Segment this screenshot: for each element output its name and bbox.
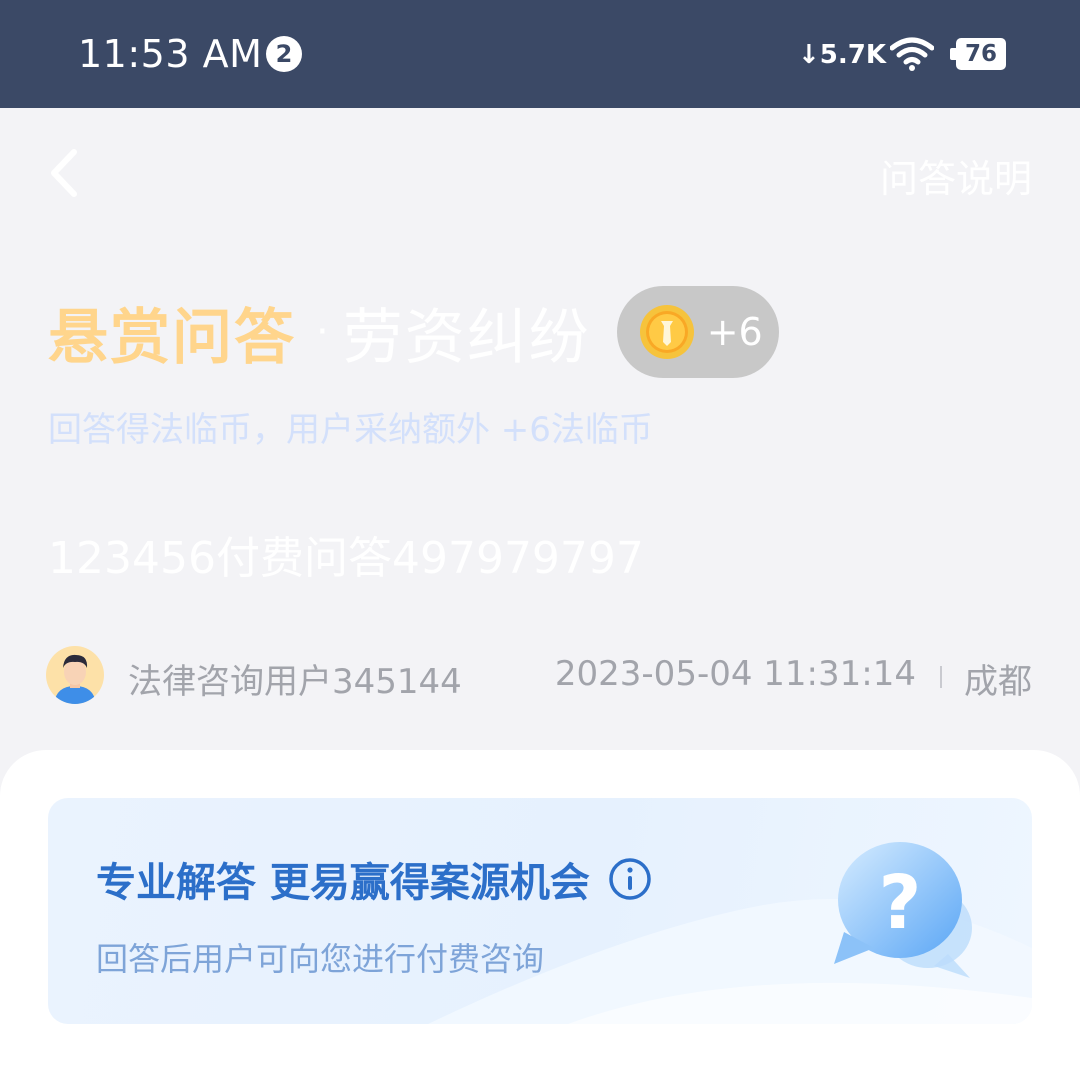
gold-coin-icon xyxy=(639,305,694,359)
reward-qa-label: 悬赏问答 xyxy=(48,302,296,373)
reward-value: +6 xyxy=(706,310,763,354)
reward-badge: +6 xyxy=(616,286,779,378)
asker-name: 法律咨询用户345144 xyxy=(128,662,462,702)
promo-banner[interactable]: 专业解答 更易赢得案源机会 回答后用户可向您进行付费咨询 ? xyxy=(48,798,1032,1024)
svg-text:?: ? xyxy=(879,860,922,946)
status-bar: 11:53 AM 2 ↓5.7K 76 xyxy=(0,0,1080,108)
question-bubble-icon: ? xyxy=(834,842,972,978)
title-separator: · xyxy=(316,309,329,355)
qa-help-link[interactable]: 问答说明 xyxy=(880,148,1032,203)
network-speed: ↓5.7K xyxy=(798,40,886,70)
category-label: 劳资纠纷 xyxy=(342,302,591,373)
page-title: 悬赏问答 · 劳资纠纷 +6 xyxy=(48,286,779,378)
avatar xyxy=(46,646,104,704)
battery-level: 76 xyxy=(956,38,1006,70)
notification-badge: 2 xyxy=(266,36,302,72)
download-arrow-icon: ↓ xyxy=(798,40,820,70)
post-datetime: 2023-05-04 11:31:14 xyxy=(554,654,916,694)
back-chevron-icon[interactable] xyxy=(44,146,88,200)
meta-divider xyxy=(940,666,942,688)
info-icon[interactable] xyxy=(608,857,652,901)
status-time: 11:53 AM xyxy=(78,32,263,76)
promo-title: 专业解答 更易赢得案源机会 xyxy=(96,850,652,908)
question-text: 123456付费问答497979797 xyxy=(48,533,644,584)
promo-title-text: 专业解答 更易赢得案源机会 xyxy=(96,860,590,906)
reward-subtitle: 回答得法临币，用户采纳额外 +6法临币 xyxy=(48,410,653,450)
promo-subtitle: 回答后用户可向您进行付费咨询 xyxy=(96,940,545,978)
asker-location: 成都 xyxy=(964,662,1032,702)
wifi-icon xyxy=(890,37,934,71)
network-speed-value: 5.7K xyxy=(819,40,887,70)
